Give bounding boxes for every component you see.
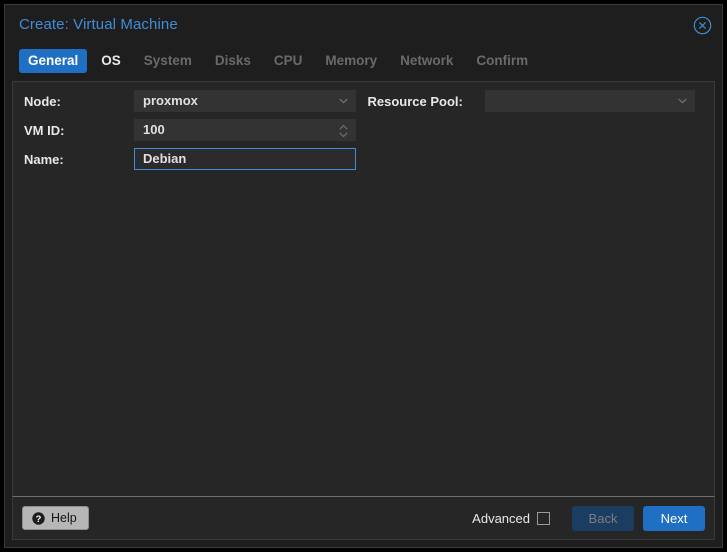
general-tab-panel: Node: proxmox VM ID: 100 — [12, 81, 715, 496]
dialog-footer: ? Help Advanced Back Next — [12, 496, 715, 540]
resource-pool-label: Resource Pool: — [368, 94, 485, 109]
tab-memory: Memory — [316, 49, 386, 73]
vmid-stepper[interactable]: 100 — [134, 119, 356, 141]
help-label: Help — [51, 511, 77, 525]
dialog-titlebar: Create: Virtual Machine — [5, 5, 722, 45]
back-button: Back — [572, 506, 634, 531]
tab-os[interactable]: OS — [92, 49, 130, 73]
tab-disks: Disks — [206, 49, 260, 73]
create-vm-dialog: Create: Virtual Machine General OS Syste… — [4, 4, 723, 548]
vmid-label: VM ID: — [24, 123, 134, 138]
tab-system: System — [135, 49, 201, 73]
tab-general[interactable]: General — [19, 49, 87, 73]
node-label: Node: — [24, 94, 134, 109]
resource-pool-select[interactable] — [485, 90, 696, 112]
question-circle-icon: ? — [32, 512, 45, 525]
name-row: Name: Debian — [24, 148, 356, 170]
node-row: Node: proxmox — [24, 90, 356, 112]
chevron-down-icon — [339, 98, 348, 104]
advanced-checkbox[interactable] — [537, 512, 550, 525]
wizard-tabs: General OS System Disks CPU Memory Netwo… — [5, 45, 722, 77]
chevron-down-icon — [678, 98, 687, 104]
close-circle-icon[interactable] — [693, 16, 712, 35]
dialog-title: Create: Virtual Machine — [19, 16, 178, 33]
resource-pool-row: Resource Pool: — [368, 90, 696, 112]
name-value: Debian — [143, 149, 186, 169]
help-button[interactable]: ? Help — [22, 506, 89, 530]
node-value: proxmox — [143, 91, 198, 111]
node-select[interactable]: proxmox — [134, 90, 356, 112]
spinner-updown-icon[interactable] — [339, 124, 348, 138]
advanced-label: Advanced — [472, 511, 530, 526]
next-button[interactable]: Next — [643, 506, 705, 531]
tab-network: Network — [391, 49, 462, 73]
vmid-value: 100 — [143, 120, 165, 140]
vmid-row: VM ID: 100 — [24, 119, 356, 141]
svg-text:?: ? — [36, 512, 42, 523]
tab-confirm: Confirm — [467, 49, 537, 73]
tab-cpu: CPU — [265, 49, 312, 73]
name-label: Name: — [24, 152, 134, 167]
name-input[interactable]: Debian — [134, 148, 356, 170]
